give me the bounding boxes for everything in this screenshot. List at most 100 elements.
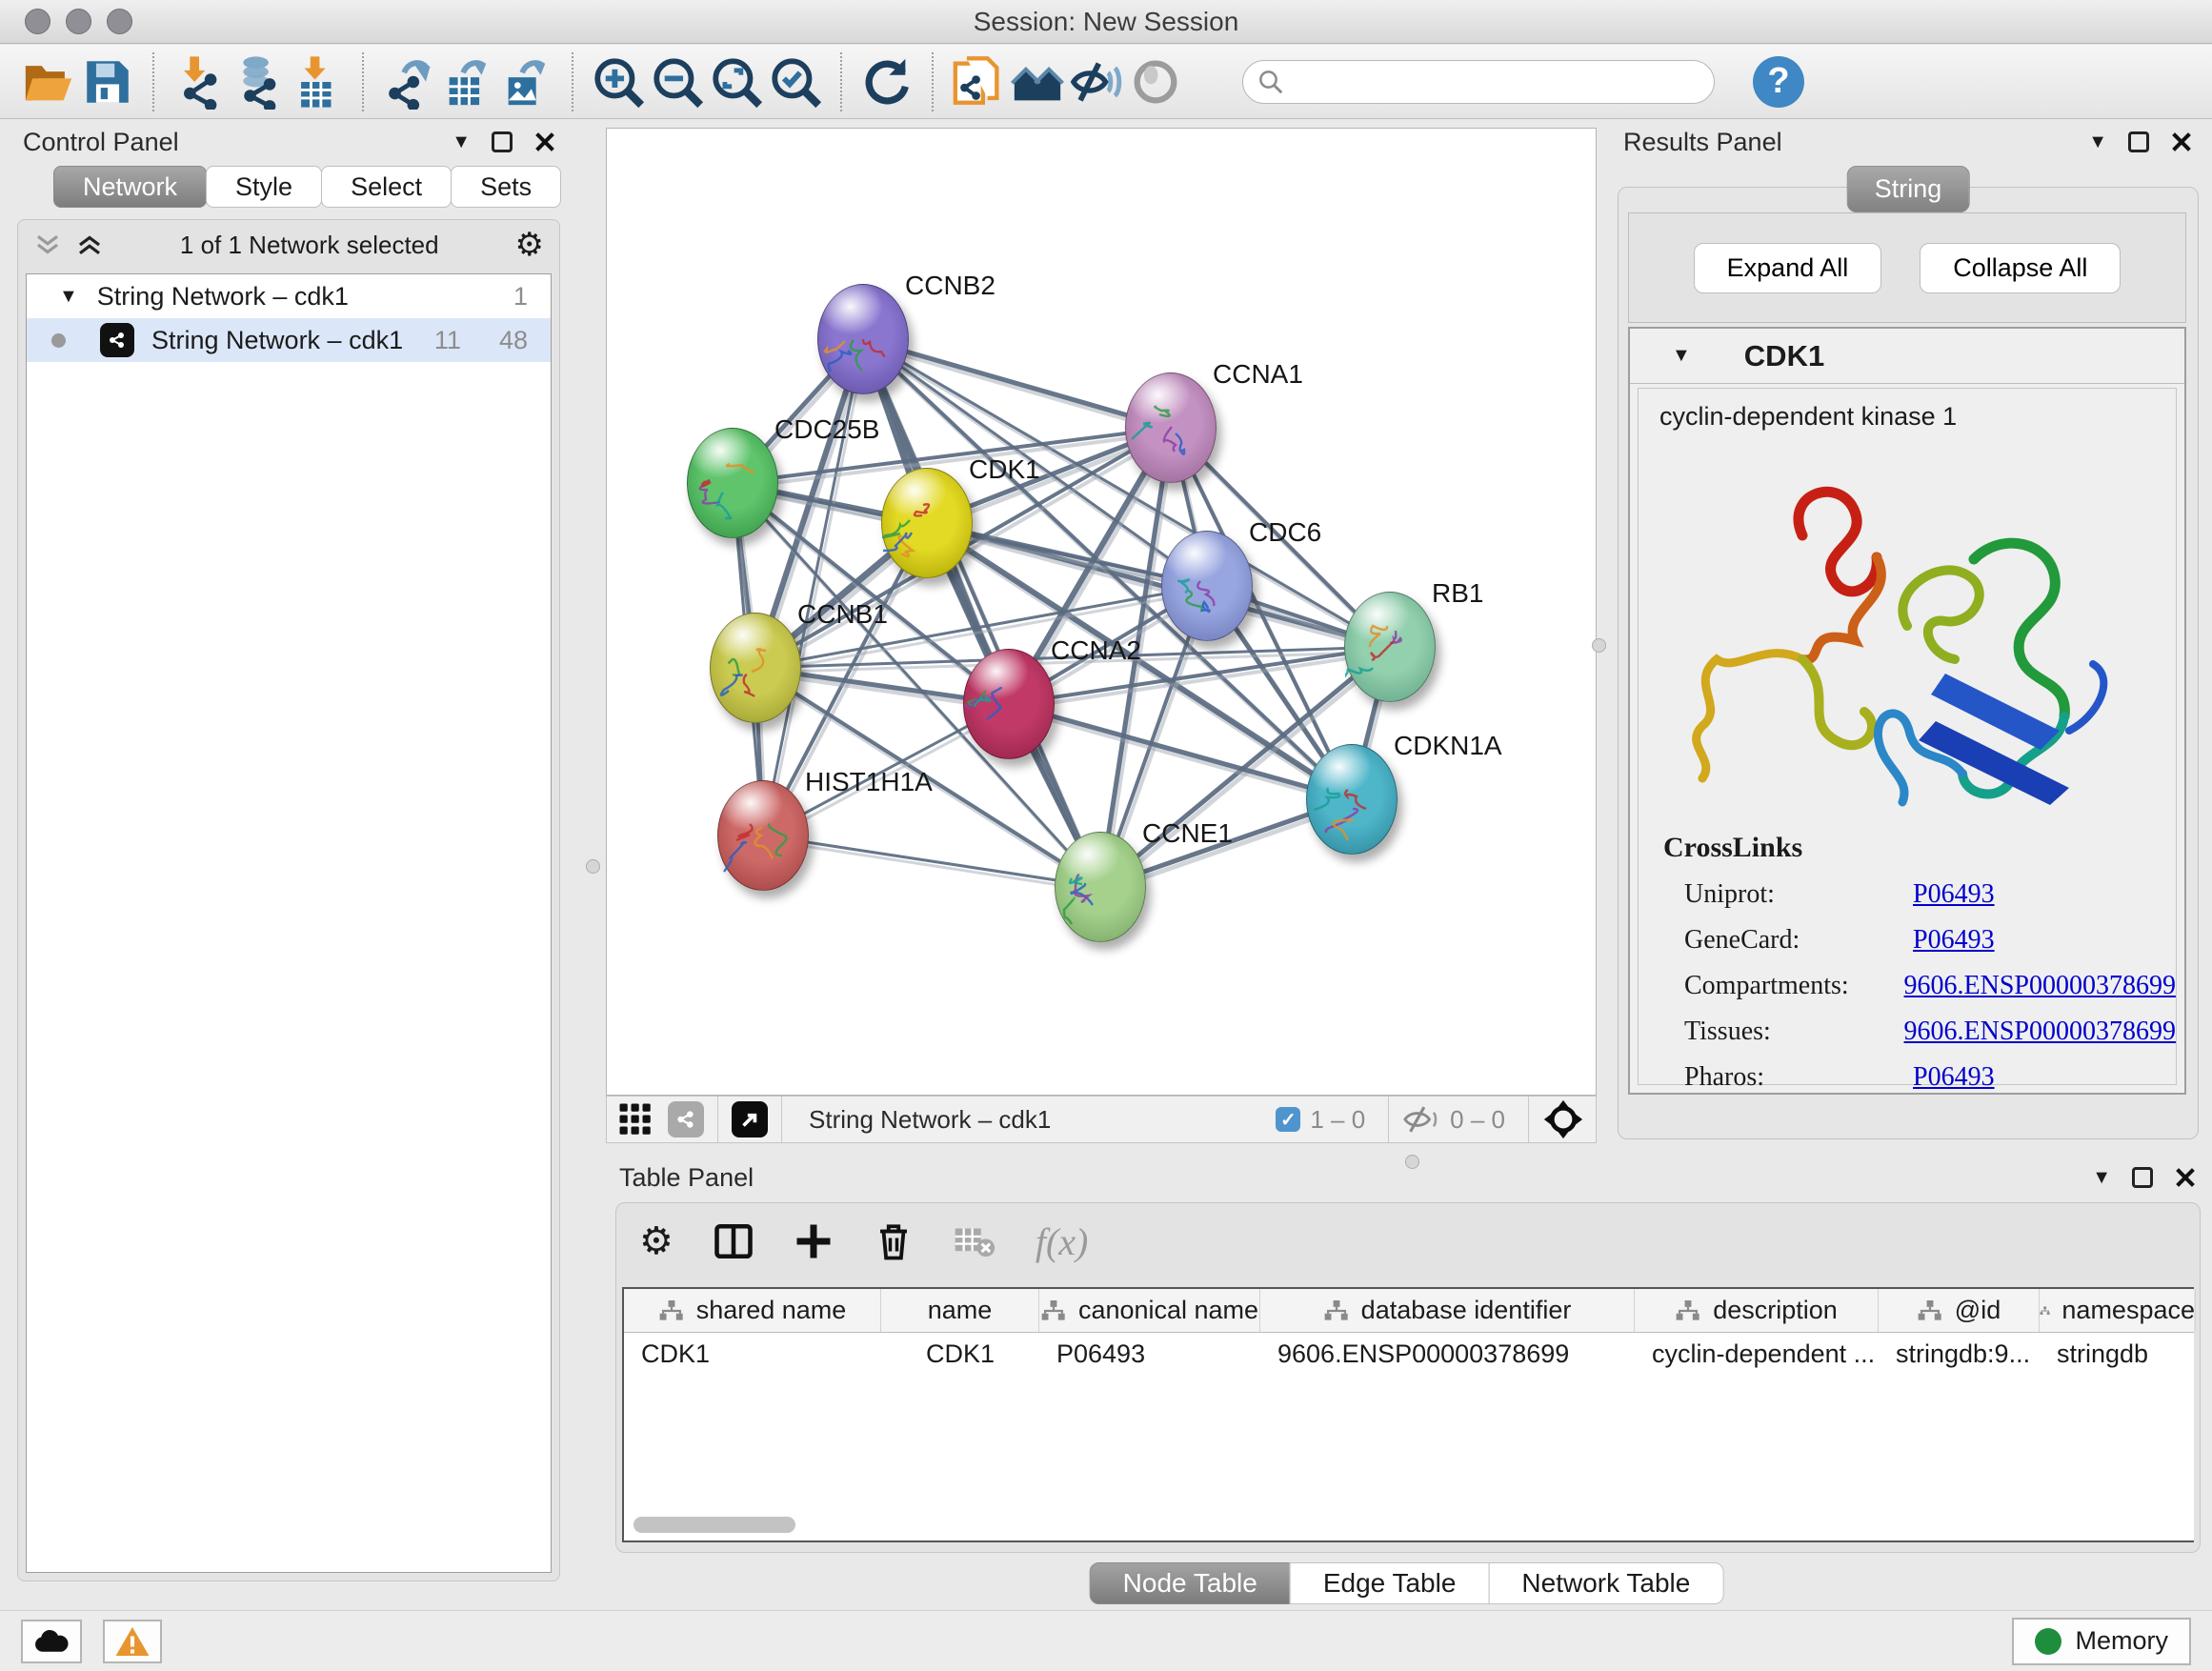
crosslink-link[interactable]: 9606.ENSP00000378699 — [1904, 971, 2176, 1001]
node-ccna1[interactable] — [1125, 372, 1217, 483]
node-rb1[interactable] — [1344, 592, 1436, 702]
crosslink-link[interactable]: P06493 — [1913, 925, 1995, 956]
column-header-name[interactable]: name — [881, 1289, 1039, 1332]
column-header-namespace[interactable]: namespace — [2040, 1289, 2196, 1332]
copy-network-icon[interactable] — [949, 52, 1008, 111]
refresh-icon[interactable] — [857, 52, 916, 111]
tab-style[interactable]: Style — [206, 166, 322, 208]
panel-menu-arrow-icon[interactable]: ▼ — [2088, 132, 2107, 151]
zoom-in-icon[interactable] — [589, 52, 648, 111]
close-panel-icon[interactable] — [2170, 131, 2193, 153]
edge-shadow[interactable] — [766, 840, 1103, 892]
tab-network[interactable]: Network — [53, 166, 207, 208]
save-session-icon[interactable] — [78, 52, 137, 111]
table-cell[interactable]: stringdb — [2040, 1333, 2196, 1375]
network-options-gear-icon[interactable]: ⚙ — [515, 229, 544, 261]
node-cdc6[interactable] — [1161, 531, 1253, 641]
help-icon[interactable]: ? — [1753, 56, 1804, 108]
float-panel-icon[interactable] — [2128, 131, 2149, 152]
table-cell[interactable]: 9606.ENSP00000378699 — [1260, 1333, 1635, 1375]
column-header-canonical-name[interactable]: canonical name — [1039, 1289, 1260, 1332]
node-cdkn1a[interactable] — [1306, 744, 1398, 855]
import-network-file-icon[interactable] — [170, 52, 229, 111]
tab-sets[interactable]: Sets — [451, 166, 561, 208]
warnings-button[interactable] — [103, 1620, 162, 1663]
pan-crosshair-icon[interactable] — [1542, 1098, 1584, 1140]
close-panel-icon[interactable] — [2174, 1166, 2197, 1189]
column-header-label: name — [928, 1296, 993, 1325]
entry-expander-icon[interactable]: ▼ — [1672, 345, 1691, 367]
column-header-description[interactable]: description — [1635, 1289, 1879, 1332]
import-table-file-icon[interactable] — [288, 52, 347, 111]
close-panel-icon[interactable] — [533, 131, 556, 153]
float-panel-icon[interactable] — [492, 131, 513, 152]
selected-checkbox-icon[interactable]: ✓ — [1276, 1107, 1300, 1132]
table-options-gear-icon[interactable]: ⚙ — [639, 1222, 674, 1260]
node-ccne1[interactable] — [1055, 832, 1146, 942]
tab-select[interactable]: Select — [321, 166, 452, 208]
zoom-out-icon[interactable] — [648, 52, 707, 111]
function-builder-icon[interactable]: f(x) — [1036, 1219, 1089, 1264]
table-cell[interactable]: P06493 — [1039, 1333, 1260, 1375]
import-network-database-icon[interactable] — [229, 52, 288, 111]
export-image-icon[interactable] — [497, 52, 556, 111]
memory-button[interactable]: Memory — [2012, 1618, 2191, 1665]
delete-table-icon[interactable] — [954, 1223, 995, 1259]
network-canvas[interactable]: CCNB2CCNA1CDC25BCDK1CDC6RB1CCNB1CCNA2CDK… — [606, 128, 1597, 1096]
network-collection-row[interactable]: ▼ String Network – cdk1 1 — [27, 274, 551, 318]
expand-all-button[interactable]: Expand All — [1694, 243, 1882, 293]
panel-menu-arrow-icon[interactable]: ▼ — [2092, 1168, 2111, 1187]
table-cell[interactable]: CDK1 — [881, 1333, 1039, 1375]
cloud-status-button[interactable] — [21, 1620, 82, 1663]
right-splitter-handle[interactable] — [1592, 638, 1606, 653]
node-ccnb2[interactable] — [817, 284, 909, 394]
node-cdc25b[interactable] — [687, 428, 778, 538]
collapse-all-icon[interactable] — [33, 232, 62, 257]
grid-view-icon[interactable] — [618, 1102, 653, 1137]
tab-network-table[interactable]: Network Table — [1488, 1562, 1723, 1604]
tab-string[interactable]: String — [1847, 166, 1970, 212]
node-ccnb1[interactable] — [710, 613, 801, 723]
collapse-all-button[interactable]: Collapse All — [1920, 243, 2121, 293]
collection-expander-icon[interactable]: ▼ — [59, 286, 78, 308]
export-table-icon[interactable] — [438, 52, 497, 111]
add-column-icon[interactable] — [794, 1221, 834, 1261]
home-networks-icon[interactable] — [1008, 52, 1067, 111]
left-splitter-handle[interactable] — [586, 859, 600, 874]
expand-all-icon[interactable] — [75, 232, 104, 257]
horizontal-scrollbar-thumb[interactable] — [633, 1517, 795, 1533]
table-cell[interactable]: stringdb:9... — [1879, 1333, 2040, 1375]
table-cell[interactable]: CDK1 — [624, 1333, 881, 1375]
export-network-icon[interactable] — [379, 52, 438, 111]
hide-graphics-eye-icon[interactable] — [1067, 52, 1126, 111]
node-cdk1[interactable] — [881, 468, 973, 578]
show-columns-icon[interactable] — [714, 1221, 754, 1261]
birds-eye-view-icon[interactable] — [732, 1101, 768, 1137]
panel-menu-arrow-icon[interactable]: ▼ — [452, 132, 471, 151]
float-panel-icon[interactable] — [2132, 1167, 2153, 1188]
edge-HIST1H1A-CCNE1[interactable] — [763, 836, 1100, 887]
tab-node-table[interactable]: Node Table — [1090, 1562, 1291, 1604]
table-cell[interactable]: cyclin-dependent ... — [1635, 1333, 1879, 1375]
warning-icon — [114, 1625, 151, 1658]
column-header-database-identifier[interactable]: database identifier — [1260, 1289, 1635, 1332]
column-header--id[interactable]: @id — [1879, 1289, 2040, 1332]
crosslink-link[interactable]: P06493 — [1913, 879, 1995, 910]
node-ccna2[interactable] — [963, 649, 1055, 759]
toolbar-separator — [362, 52, 364, 111]
column-header-shared-name[interactable]: shared name — [624, 1289, 881, 1332]
crosslink-link[interactable]: 9606.ENSP00000378699 — [1904, 1017, 2176, 1047]
network-view-icon[interactable] — [668, 1101, 704, 1137]
tab-edge-table[interactable]: Edge Table — [1290, 1562, 1490, 1604]
delete-column-icon[interactable] — [874, 1221, 914, 1261]
crosslink-link[interactable]: P06493 — [1913, 1062, 1995, 1093]
search-input[interactable] — [1285, 66, 1685, 97]
open-session-icon[interactable] — [19, 52, 78, 111]
node-hist1h1a[interactable] — [717, 780, 809, 891]
zoom-selected-icon[interactable] — [766, 52, 825, 111]
show-graphics-eye-icon[interactable] — [1126, 52, 1185, 111]
zoom-fit-icon[interactable] — [707, 52, 766, 111]
node-label-ccna1: CCNA1 — [1213, 359, 1303, 390]
table-row[interactable]: CDK1CDK1P064939606.ENSP00000378699cyclin… — [624, 1333, 2194, 1375]
network-row-selected[interactable]: String Network – cdk1 11 48 — [27, 318, 551, 362]
